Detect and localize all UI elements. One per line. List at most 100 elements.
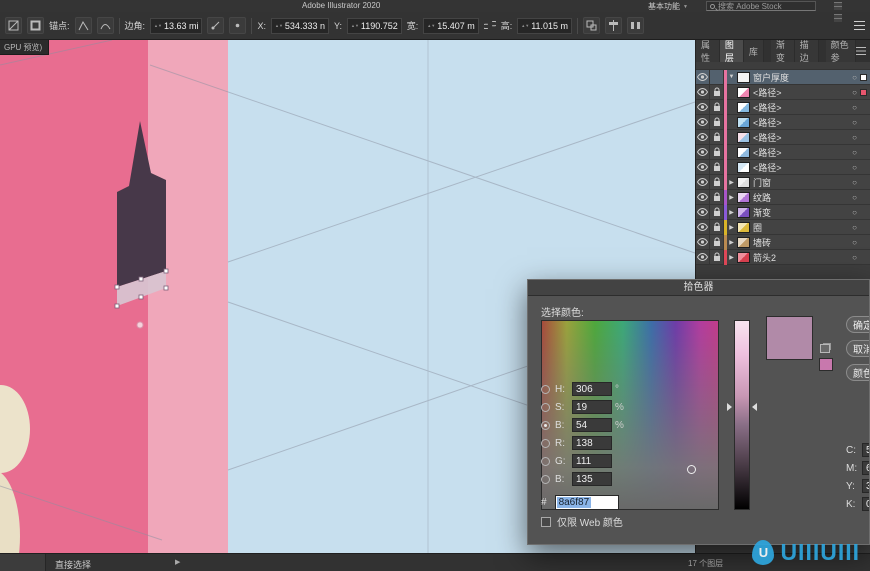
visibility-toggle-icon[interactable] — [696, 69, 710, 85]
stepper-icon[interactable]: ▲▼ — [275, 23, 283, 28]
target-circle-icon[interactable]: ○ — [852, 238, 857, 247]
slider-arrow-left-icon[interactable] — [727, 403, 732, 411]
lock-toggle-icon[interactable] — [710, 129, 724, 145]
target-circle-icon[interactable]: ○ — [852, 88, 857, 97]
lock-toggle-icon[interactable] — [710, 234, 724, 250]
layer-row[interactable]: <路径> ○ — [696, 114, 870, 130]
stepper-icon[interactable]: ▲▼ — [154, 23, 162, 28]
layer-name[interactable]: <路径> — [753, 101, 852, 114]
dialog-title[interactable]: 拾色器 — [528, 280, 869, 296]
stepper-icon[interactable]: ▲▼ — [351, 23, 359, 28]
layer-thumbnail[interactable] — [737, 251, 750, 263]
field-input[interactable]: 0 — [862, 497, 869, 511]
field-radio[interactable] — [541, 456, 550, 466]
menu-icon[interactable] — [854, 21, 865, 30]
layer-thumbnail[interactable] — [737, 176, 750, 188]
align-icon[interactable] — [605, 17, 623, 34]
layer-name[interactable]: 窗户厚度 — [753, 71, 852, 84]
field-radio[interactable] — [541, 384, 550, 394]
target-circle-icon[interactable]: ○ — [852, 223, 857, 232]
lock-toggle-icon[interactable] — [710, 189, 724, 205]
transform-icon[interactable] — [583, 17, 601, 34]
height-input[interactable]: ▲▼ 11.015 m — [517, 17, 573, 34]
link-dimensions-icon[interactable] — [482, 19, 498, 33]
visibility-toggle-icon[interactable] — [696, 99, 710, 115]
target-circle-icon[interactable]: ○ — [852, 163, 857, 172]
lock-toggle-icon[interactable] — [710, 144, 724, 160]
layer-thumbnail[interactable] — [737, 116, 750, 128]
target-circle-icon[interactable]: ○ — [852, 118, 857, 127]
layer-thumbnail[interactable] — [737, 101, 750, 113]
handles-show-icon[interactable] — [207, 17, 225, 34]
target-circle-icon[interactable]: ○ — [852, 208, 857, 217]
expand-arrow-icon[interactable]: ▶ — [727, 239, 736, 246]
stroke-proxy-icon[interactable] — [27, 17, 44, 34]
visibility-toggle-icon[interactable] — [696, 144, 710, 160]
layer-row[interactable]: <路径> ○ — [696, 159, 870, 175]
layer-thumbnail[interactable] — [737, 146, 750, 158]
expand-arrow-icon[interactable]: ▶ — [727, 209, 736, 216]
spectrum-cursor[interactable] — [687, 465, 696, 474]
layer-name[interactable]: 箭头2 — [753, 251, 852, 264]
field-input[interactable]: 135 — [572, 472, 612, 486]
lock-toggle-icon[interactable] — [710, 99, 724, 115]
expand-arrow-icon[interactable]: ▼ — [727, 74, 736, 80]
expand-arrow-icon[interactable]: ▶ — [727, 224, 736, 231]
status-arrow-icon[interactable]: ▶ — [175, 558, 180, 566]
tower-shape[interactable] — [117, 121, 166, 287]
field-input[interactable]: 19 — [572, 400, 612, 414]
layer-name[interactable]: 纹路 — [753, 191, 852, 204]
panel-tab-2[interactable]: 库 — [743, 40, 764, 62]
workspace-switcher[interactable]: 基本功能 ▼ — [648, 1, 688, 12]
layer-row[interactable]: ▶ 渐变 ○ — [696, 204, 870, 220]
panel-tab-3[interactable]: 渐变 — [770, 40, 795, 62]
width-input[interactable]: ▲▼ 15.407 m — [423, 17, 479, 34]
slider-arrow-right-icon[interactable] — [752, 403, 757, 411]
layer-thumbnail[interactable] — [737, 131, 750, 143]
distribute-icon[interactable] — [627, 17, 645, 34]
layer-row[interactable]: ▶ 门窗 ○ — [696, 174, 870, 190]
field-input[interactable]: 111 — [572, 454, 612, 468]
stepper-icon[interactable]: ▲▼ — [427, 23, 435, 28]
picker-mini-swatch[interactable] — [819, 358, 833, 371]
apps-grid-icon[interactable] — [834, 2, 842, 10]
target-circle-icon[interactable]: ○ — [852, 193, 857, 202]
lock-toggle-icon[interactable] — [710, 159, 724, 175]
cancel-button[interactable]: 取消 — [846, 340, 869, 357]
expand-arrow-icon[interactable]: ▶ — [727, 194, 736, 201]
layer-thumbnail[interactable] — [737, 206, 750, 218]
websafe-checkbox[interactable] — [541, 516, 551, 527]
layer-row[interactable]: <路径> ○ — [696, 144, 870, 160]
layer-row[interactable]: ▶ 纹路 ○ — [696, 189, 870, 205]
field-radio[interactable] — [541, 420, 550, 430]
visibility-toggle-icon[interactable] — [696, 189, 710, 205]
target-circle-icon[interactable]: ○ — [852, 253, 857, 262]
target-circle-icon[interactable]: ○ — [852, 73, 857, 82]
field-input[interactable]: 138 — [572, 436, 612, 450]
field-radio[interactable] — [541, 474, 550, 484]
convert-corner-icon[interactable] — [74, 17, 92, 34]
layer-row[interactable]: <路径> ○ — [696, 84, 870, 100]
panel-tab-5[interactable]: 颜色参 — [825, 40, 856, 62]
layer-name[interactable]: 渐变 — [753, 206, 852, 219]
lock-toggle-icon[interactable] — [710, 249, 724, 265]
layer-name[interactable]: <路径> — [753, 86, 852, 99]
panel-tab-1[interactable]: 图层 — [719, 40, 744, 62]
layer-name[interactable]: <路径> — [753, 146, 852, 159]
layer-thumbnail[interactable] — [737, 191, 750, 203]
layer-name[interactable]: 圈 — [753, 221, 852, 234]
layer-name[interactable]: <路径> — [753, 116, 852, 129]
lock-toggle-icon[interactable] — [710, 84, 724, 100]
document-tab[interactable]: GPU 预览) — [0, 40, 50, 55]
handles-hide-icon[interactable] — [229, 17, 247, 34]
ok-button[interactable]: 确定 — [846, 316, 869, 333]
layer-row[interactable]: ▶ 墙砖 ○ — [696, 234, 870, 250]
visibility-toggle-icon[interactable] — [696, 84, 710, 100]
target-circle-icon[interactable]: ○ — [852, 133, 857, 142]
field-input[interactable]: 306 — [572, 382, 612, 396]
brightness-slider[interactable] — [734, 320, 750, 510]
hex-input[interactable]: 8a6f87 — [554, 495, 619, 510]
y-input[interactable]: ▲▼ 1190.752 — [346, 17, 402, 34]
lock-toggle-icon[interactable] — [710, 204, 724, 220]
field-input[interactable]: 3 — [862, 479, 869, 493]
